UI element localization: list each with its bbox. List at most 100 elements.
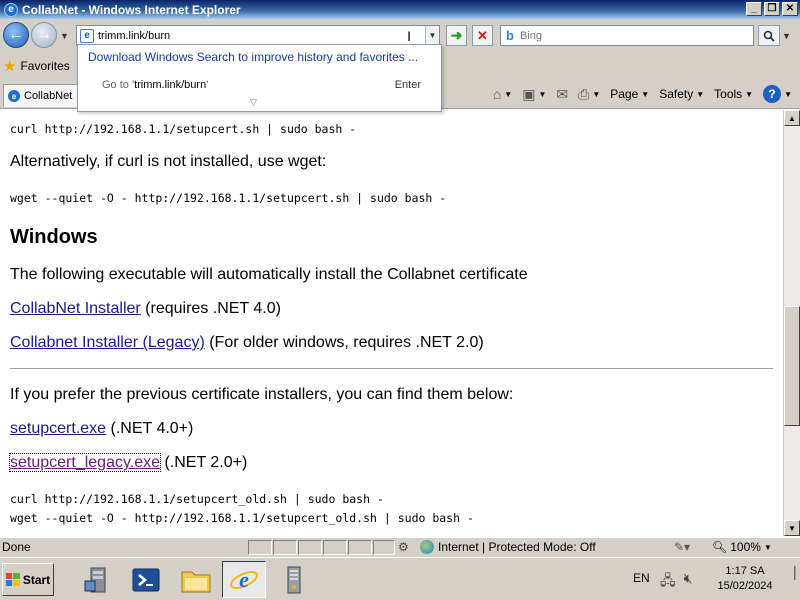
status-bar: Done ⚙ Internet | Protected Mode: Off ✎▾…: [0, 537, 800, 557]
feeds-button[interactable]: ▣ ▼: [522, 86, 546, 103]
status-cell: [298, 540, 322, 555]
legacy-installer-note: (For older windows, requires .NET 2.0): [204, 334, 484, 351]
recent-pages-dropdown[interactable]: ▼: [60, 31, 69, 41]
back-button[interactable]: ←: [3, 22, 29, 48]
powershell-icon: [132, 568, 160, 591]
help-menu[interactable]: ? ▼: [763, 85, 792, 103]
search-box[interactable]: b: [500, 25, 754, 46]
legacy-installer-line: Collabnet Installer (Legacy) (For older …: [10, 334, 484, 352]
globe-icon: [420, 540, 434, 554]
help-icon: ?: [763, 85, 782, 103]
ie-logo-icon: e: [4, 2, 18, 17]
bing-icon: b: [506, 28, 514, 43]
mail-icon: ✉: [556, 85, 569, 102]
windows-heading: Windows: [10, 226, 98, 248]
address-bar[interactable]: e trimm.link/burn I ▼: [76, 25, 440, 46]
internet-explorer-taskbar-button[interactable]: e: [222, 561, 266, 598]
add-on-icon[interactable]: ⚙: [398, 540, 409, 554]
enter-hint: Enter: [394, 79, 421, 91]
volume-muted-icon[interactable]: 🔇︎: [684, 570, 693, 594]
search-input[interactable]: [519, 29, 720, 42]
page-content: curl http://192.168.1.1/setupcert.sh | s…: [0, 110, 783, 536]
setupcert-legacy-exe-link[interactable]: setupcert_legacy.exe: [8, 453, 162, 472]
server-manager-icon: [84, 567, 106, 592]
magnifier-icon: [763, 30, 775, 42]
address-input[interactable]: trimm.link/burn: [98, 30, 407, 42]
zoom-control[interactable]: 🔍︎ 100% ▼: [712, 540, 772, 554]
search-options-dropdown[interactable]: ▼: [782, 31, 791, 41]
language-indicator[interactable]: EN: [633, 571, 650, 585]
svg-text:e: e: [239, 567, 249, 592]
alternative-text: Alternatively, if curl is not installed,…: [10, 153, 327, 170]
status-cell: [373, 540, 395, 555]
windows-logo-icon: [5, 573, 20, 586]
minimize-button[interactable]: _: [746, 2, 762, 16]
scroll-up-button[interactable]: ▲: [784, 110, 800, 126]
server-tool-icon: [287, 566, 301, 593]
network-icon[interactable]: 🖧︎: [660, 570, 676, 594]
setupcert-line: setupcert.exe (.NET 4.0+): [10, 420, 193, 438]
start-label: Start: [22, 572, 51, 587]
restore-button[interactable]: ❐: [764, 2, 780, 16]
forward-button[interactable]: →: [31, 22, 57, 48]
start-button[interactable]: Start: [2, 563, 54, 596]
vertical-scrollbar[interactable]: ▲ ▼: [783, 110, 800, 536]
setupcert-exe-link[interactable]: setupcert.exe: [10, 420, 106, 437]
system-tray: 🖧︎ 🔇︎: [660, 570, 692, 594]
folder-icon: [181, 571, 211, 592]
close-button[interactable]: ✕: [782, 2, 798, 16]
internet-explorer-icon: e: [230, 567, 258, 592]
command-bar: ⌂ ▼ ▣ ▼ ✉ ⎙ ▼ Page ▼ Safety ▼ Tools ▼ ? ▼: [493, 85, 792, 103]
ie-tab-icon: e: [8, 90, 20, 102]
show-desktop-button[interactable]: ▕: [786, 566, 795, 580]
read-mail-button[interactable]: ✉: [556, 86, 568, 103]
status-cell: [348, 540, 372, 555]
installer-line: CollabNet Installer (requires .NET 4.0): [10, 300, 281, 318]
powershell-taskbar-button[interactable]: [124, 561, 168, 598]
status-text: Done: [2, 540, 31, 554]
clock-date: 15/02/2024: [717, 580, 773, 592]
setupcert-legacy-line: setupcert_legacy.exe (.NET 2.0+): [8, 453, 247, 472]
goto-suggestion[interactable]: Go to 'trimm.link/burn': [102, 79, 208, 91]
go-button[interactable]: ➜: [446, 25, 467, 46]
favorites-label: Favorites: [20, 59, 70, 73]
expand-suggestions-icon[interactable]: ▽: [250, 97, 257, 108]
zone-label: Internet | Protected Mode: Off: [438, 540, 596, 554]
wget-old-command: wget --quiet -O - http://192.168.1.1/set…: [10, 511, 474, 525]
favorites-button[interactable]: ★ Favorites: [3, 57, 70, 75]
scroll-thumb[interactable]: [784, 306, 800, 426]
pop-up-blocker-icon[interactable]: ✎▾: [674, 540, 690, 554]
previous-installers-text: If you prefer the previous certificate i…: [10, 386, 514, 403]
curl-command: curl http://192.168.1.1/setupcert.sh | s…: [10, 122, 357, 136]
window-title: CollabNet - Windows Internet Explorer: [22, 2, 241, 17]
page-icon: e: [80, 28, 94, 43]
status-cell: [323, 540, 347, 555]
server-tool-taskbar-button[interactable]: [272, 561, 316, 598]
clock[interactable]: 1:17 SA 15/02/2024: [712, 564, 778, 594]
tab-collabnet[interactable]: e CollabNet: [3, 84, 83, 107]
safety-menu[interactable]: Safety ▼: [659, 87, 704, 101]
goto-suffix: ': [206, 79, 209, 91]
page-menu[interactable]: Page ▼: [610, 87, 649, 101]
windows-search-promo-link[interactable]: Download Windows Search to improve histo…: [88, 50, 418, 64]
tools-menu[interactable]: Tools ▼: [714, 87, 753, 101]
home-icon: ⌂: [492, 86, 502, 102]
server-manager-taskbar-button[interactable]: [76, 561, 120, 598]
goto-url: trimm.link/burn: [134, 79, 207, 91]
scroll-down-button[interactable]: ▼: [784, 520, 800, 536]
tools-menu-label: Tools: [714, 87, 743, 101]
home-button[interactable]: ⌂ ▼: [493, 86, 512, 102]
curl-old-command: curl http://192.168.1.1/setupcert_old.sh…: [10, 492, 384, 506]
printer-icon: ⎙: [578, 85, 590, 102]
collabnet-installer-link[interactable]: CollabNet Installer: [10, 300, 141, 317]
taskbar: Start e EN 🖧︎ 🔇︎ 1:17 SA 15/02/2024 ▕: [0, 557, 800, 600]
print-button[interactable]: ⎙ ▼: [578, 86, 600, 103]
stop-button[interactable]: ✕: [472, 25, 493, 46]
security-zone[interactable]: Internet | Protected Mode: Off: [420, 540, 596, 554]
text-cursor-icon: I: [407, 27, 411, 44]
address-dropdown-button[interactable]: ▼: [425, 26, 439, 45]
executable-description: The following executable will automatica…: [10, 266, 528, 283]
search-button[interactable]: [758, 25, 780, 46]
explorer-taskbar-button[interactable]: [174, 561, 218, 598]
collabnet-legacy-installer-link[interactable]: Collabnet Installer (Legacy): [10, 334, 205, 351]
